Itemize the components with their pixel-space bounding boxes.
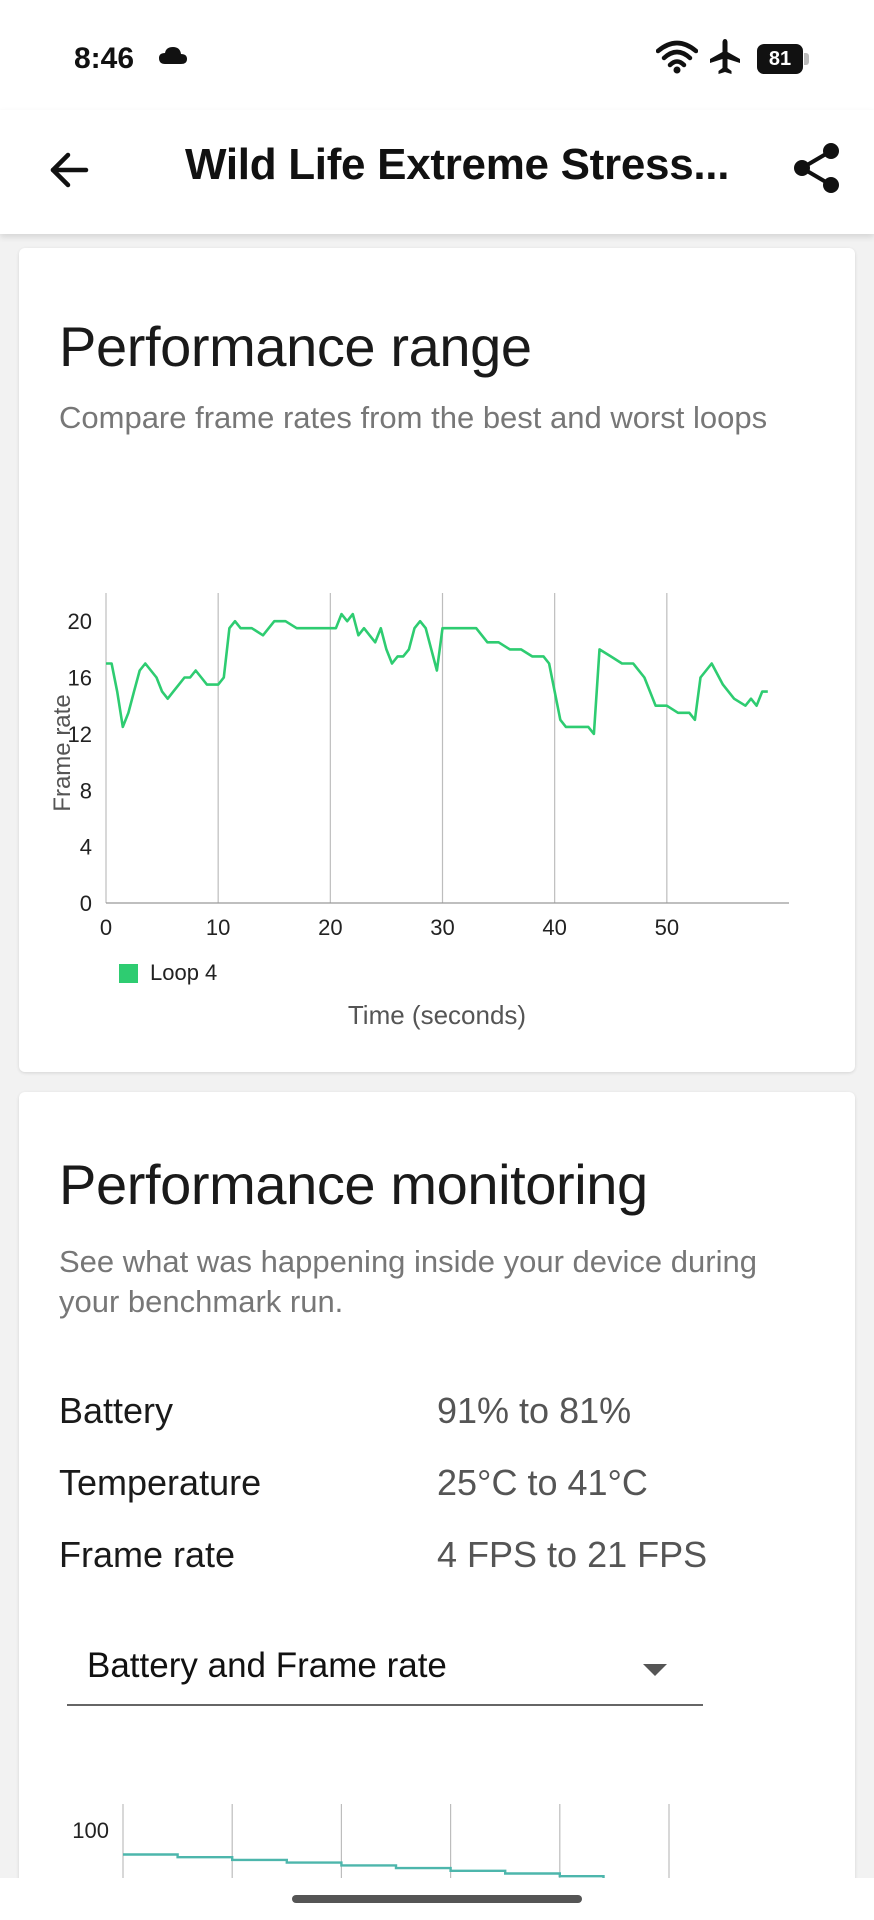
- legend-swatch: [119, 963, 138, 983]
- screen: 8:46 81 Wild Life Extreme Stress... Perf…: [0, 0, 874, 1920]
- x-axis-title: Time (seconds): [347, 1000, 527, 1030]
- x-tick-label: 10: [206, 915, 230, 940]
- share-icon[interactable]: [789, 140, 845, 196]
- airplane-icon: [710, 39, 740, 74]
- legend-label: Loop 4: [150, 960, 218, 985]
- x-tick-label: 0: [100, 915, 112, 940]
- arrow-left-icon[interactable]: [44, 144, 96, 196]
- status-bar: 8:46 81: [0, 0, 874, 110]
- wifi-icon: [656, 40, 698, 74]
- y-tick-label: 8: [80, 778, 92, 803]
- x-tick-label: 30: [430, 915, 454, 940]
- frame-rate-chart: 0 10 20 30 40 50048121620Frame rate: [49, 593, 789, 940]
- x-tick-label: 50: [655, 915, 679, 940]
- y-tick-label: 20: [68, 609, 92, 634]
- chart-legend: Loop 4: [119, 960, 217, 986]
- status-time: 8:46: [74, 42, 135, 75]
- x-tick-label: 40: [542, 915, 566, 940]
- series-line-loop-4: [106, 612, 768, 736]
- y-tick-label: 100: [72, 1818, 109, 1843]
- performance-range-card: Performance range Compare frame rates fr…: [19, 248, 855, 1072]
- y-axis-title: Frame rate: [49, 694, 76, 811]
- battery-chart: 100: [72, 1804, 670, 1920]
- cloud-icon: [159, 47, 187, 64]
- y-tick-label: 16: [68, 666, 92, 691]
- app-bar: Wild Life Extreme Stress...: [0, 110, 874, 234]
- gesture-nav-handle[interactable]: [292, 1895, 582, 1903]
- page-title: Wild Life Extreme Stress...: [185, 140, 730, 189]
- y-tick-label: 0: [80, 891, 92, 916]
- series-line-battery: [123, 1853, 605, 1879]
- performance-monitoring-card: Performance monitoring See what was happ…: [19, 1092, 855, 1920]
- x-tick-label: 20: [318, 915, 342, 940]
- y-tick-label: 4: [80, 835, 92, 860]
- battery-icon: 81: [757, 44, 809, 74]
- battery-level: 81: [757, 44, 803, 74]
